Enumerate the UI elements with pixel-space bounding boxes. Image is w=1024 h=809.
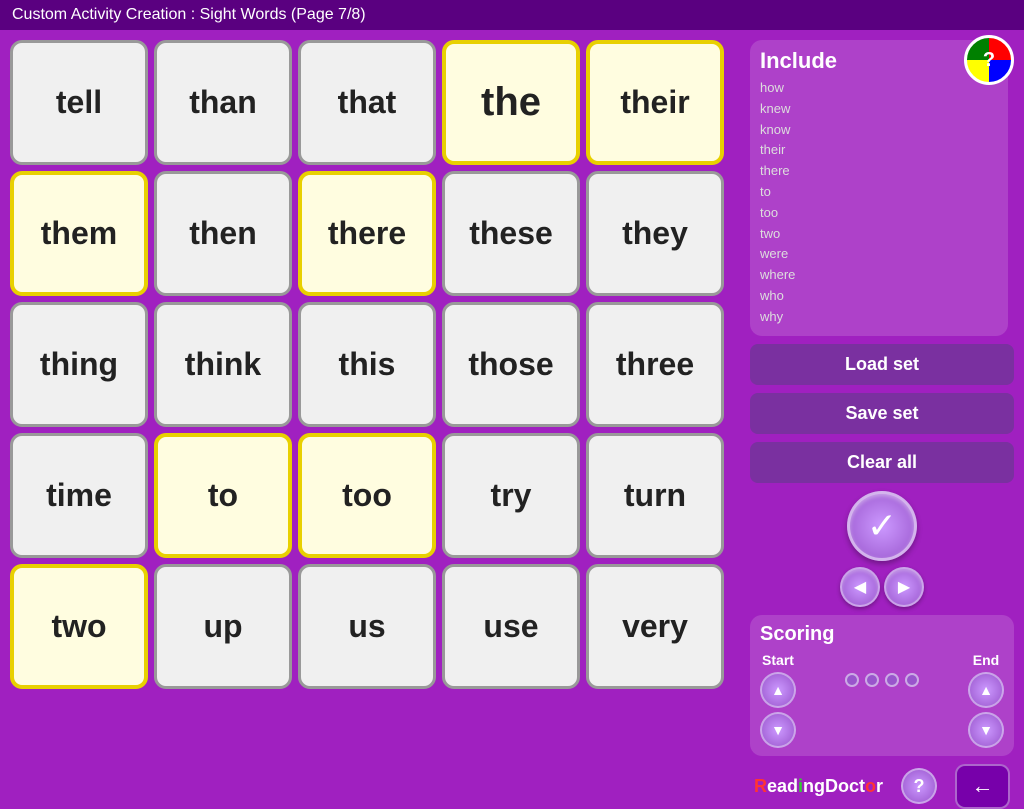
include-word-their: their (760, 140, 998, 161)
end-down-button[interactable]: ▼ (968, 712, 1004, 748)
word-card-two[interactable]: two (10, 564, 148, 689)
include-word-why: why (760, 307, 998, 328)
save-set-button[interactable]: Save set (750, 393, 1014, 434)
word-card-then[interactable]: then (154, 171, 292, 296)
start-label: Start (762, 652, 794, 668)
include-word-were: were (760, 244, 998, 265)
scoring-row: Start ▲ End ▲ (760, 652, 1004, 708)
back-button[interactable]: ← (955, 764, 1010, 809)
include-panel: Include howknewknowtheirtheretotootwower… (750, 40, 1008, 336)
question-icon: ? (914, 776, 925, 797)
word-row-2: thingthinkthisthosethree (10, 302, 735, 427)
scoring-title: Scoring (760, 623, 1004, 646)
start-up-button[interactable]: ▲ (760, 672, 796, 708)
word-card-that[interactable]: that (298, 40, 436, 165)
load-set-button[interactable]: Load set (750, 344, 1014, 385)
include-word-where: where (760, 265, 998, 286)
buttons-group: Load set Save set Clear all (750, 344, 1014, 483)
logo-button[interactable]: ? (964, 35, 1014, 85)
word-card-up[interactable]: up (154, 564, 292, 689)
end-up-button[interactable]: ▲ (968, 672, 1004, 708)
checkmark-icon: ✓ (867, 508, 897, 544)
include-title: Include (760, 48, 998, 74)
include-word-who: who (760, 286, 998, 307)
word-card-tell[interactable]: tell (10, 40, 148, 165)
word-card-to[interactable]: to (154, 433, 292, 558)
word-card-these[interactable]: these (442, 171, 580, 296)
include-word-know: know (760, 120, 998, 141)
question-button[interactable]: ? (901, 768, 937, 804)
include-word-two: two (760, 224, 998, 245)
include-words-list: howknewknowtheirtheretotootwowerewherewh… (760, 78, 998, 328)
main-content: tellthanthatthetheirthemthentheretheseth… (0, 30, 1024, 768)
word-card-too[interactable]: too (298, 433, 436, 558)
include-word-there: there (760, 161, 998, 182)
dot-1 (845, 673, 859, 687)
nav-left-button[interactable]: ◀ (840, 567, 880, 607)
end-label: End (973, 652, 999, 668)
clear-all-button[interactable]: Clear all (750, 442, 1014, 483)
nav-arrows: ◀ ▶ (840, 567, 924, 607)
word-row-3: timetotootryturn (10, 433, 735, 558)
word-card-us[interactable]: us (298, 564, 436, 689)
dot-3 (885, 673, 899, 687)
arrow-right-icon: ▶ (898, 577, 910, 597)
word-card-them[interactable]: them (10, 171, 148, 296)
word-card-thing[interactable]: thing (10, 302, 148, 427)
word-card-very[interactable]: very (586, 564, 724, 689)
word-row-1: themthentherethesethey (10, 171, 735, 296)
include-word-too: too (760, 203, 998, 224)
logo-text: ReadingDoctor (754, 776, 883, 796)
word-card-three[interactable]: three (586, 302, 724, 427)
word-card-they[interactable]: they (586, 171, 724, 296)
include-word-knew: knew (760, 99, 998, 120)
word-card-those[interactable]: those (442, 302, 580, 427)
check-button[interactable]: ✓ (847, 491, 917, 561)
word-row-4: twoupususevery (10, 564, 735, 689)
word-row-0: tellthanthatthetheir (10, 40, 735, 165)
header-title: Custom Activity Creation : Sight Words (… (12, 6, 366, 24)
page-header: Custom Activity Creation : Sight Words (… (0, 0, 1024, 30)
arrow-left-icon: ◀ (854, 577, 866, 597)
bottom-bar: ReadingDoctor ? ← (750, 764, 1014, 809)
include-word-to: to (760, 182, 998, 203)
word-card-than[interactable]: than (154, 40, 292, 165)
word-grid-area: tellthanthatthetheirthemthentheretheseth… (0, 30, 745, 768)
dot-2 (865, 673, 879, 687)
reading-doctor-logo: ReadingDoctor (754, 776, 883, 797)
center-actions: ✓ ◀ ▶ (750, 491, 1014, 607)
word-card-try[interactable]: try (442, 433, 580, 558)
nav-right-button[interactable]: ▶ (884, 567, 924, 607)
word-card-there[interactable]: there (298, 171, 436, 296)
logo-question-icon: ? (983, 49, 995, 72)
word-card-think[interactable]: think (154, 302, 292, 427)
back-icon: ← (972, 773, 994, 799)
word-card-their[interactable]: their (586, 40, 724, 165)
word-card-turn[interactable]: turn (586, 433, 724, 558)
sidebar: Include howknewknowtheirtheretotootwower… (745, 30, 1024, 768)
scoring-dots (845, 673, 919, 687)
include-word-how: how (760, 78, 998, 99)
word-card-this[interactable]: this (298, 302, 436, 427)
start-down-button[interactable]: ▼ (760, 712, 796, 748)
word-card-time[interactable]: time (10, 433, 148, 558)
word-card-the[interactable]: the (442, 40, 580, 165)
word-card-use[interactable]: use (442, 564, 580, 689)
dot-4 (905, 673, 919, 687)
scoring-panel: Scoring Start ▲ End ▲ ▼ ▼ (750, 615, 1014, 756)
